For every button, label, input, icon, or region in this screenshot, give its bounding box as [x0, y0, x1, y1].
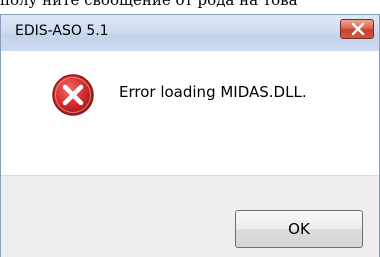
- window-title: EDIS-ASO 5.1: [15, 23, 109, 39]
- ok-button[interactable]: OK: [235, 210, 363, 248]
- error-icon: [52, 74, 94, 116]
- close-icon: [351, 23, 365, 35]
- close-button[interactable]: [340, 19, 374, 39]
- title-bar[interactable]: EDIS-ASO 5.1: [1, 15, 379, 51]
- background-text: полу ните своощение от рода на това: [0, 0, 298, 9]
- dialog-footer: OK: [1, 175, 379, 257]
- error-message: Error loading MIDAS.DLL.: [119, 83, 307, 101]
- error-dialog: EDIS-ASO 5.1 Error loading MIDAS.DLL. OK: [0, 14, 380, 257]
